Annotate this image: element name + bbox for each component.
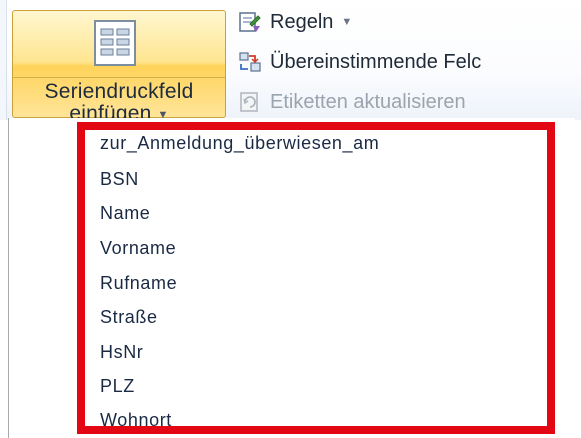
menu-item-field[interactable]: BSN (100, 169, 139, 190)
update-labels-button[interactable]: Etiketten aktualisieren (238, 88, 466, 116)
menu-item-field[interactable]: Straße (100, 307, 158, 328)
match-fields-icon (239, 52, 261, 72)
match-fields-label: Übereinstimmende Felc (270, 50, 482, 73)
update-labels-icon (240, 92, 258, 112)
rules-icon (239, 12, 261, 32)
update-labels-label: Etiketten aktualisieren (270, 90, 466, 113)
ribbon: Seriendruckfeld einfügen ▼ Regeln ▼ Übere… (0, 0, 581, 125)
rules-label: Regeln (270, 10, 334, 33)
insert-merge-field-button[interactable]: Seriendruckfeld einfügen ▼ (12, 10, 226, 125)
menu-item-field[interactable]: zur_Anmeldung_überwiesen_am (100, 133, 379, 154)
insert-merge-field-label-line1: Seriendruckfeld (44, 80, 194, 103)
document-fields-icon (94, 20, 136, 66)
chevron-down-icon: ▼ (341, 16, 353, 28)
match-fields-button[interactable]: Übereinstimmende Felc (238, 48, 481, 76)
menu-item-field[interactable]: Wohnort (100, 410, 172, 431)
insert-merge-field-icon-area[interactable] (13, 11, 225, 78)
rules-button[interactable]: Regeln ▼ (238, 8, 352, 36)
menu-item-field[interactable]: Rufname (100, 273, 177, 294)
menu-item-field[interactable]: Vorname (100, 238, 176, 259)
menu-gutter (9, 118, 71, 438)
ribbon-edge (0, 0, 7, 120)
menu-item-field[interactable]: HsNr (100, 342, 143, 363)
menu-item-field[interactable]: PLZ (100, 376, 135, 397)
menu-item-field[interactable]: Name (100, 203, 150, 224)
